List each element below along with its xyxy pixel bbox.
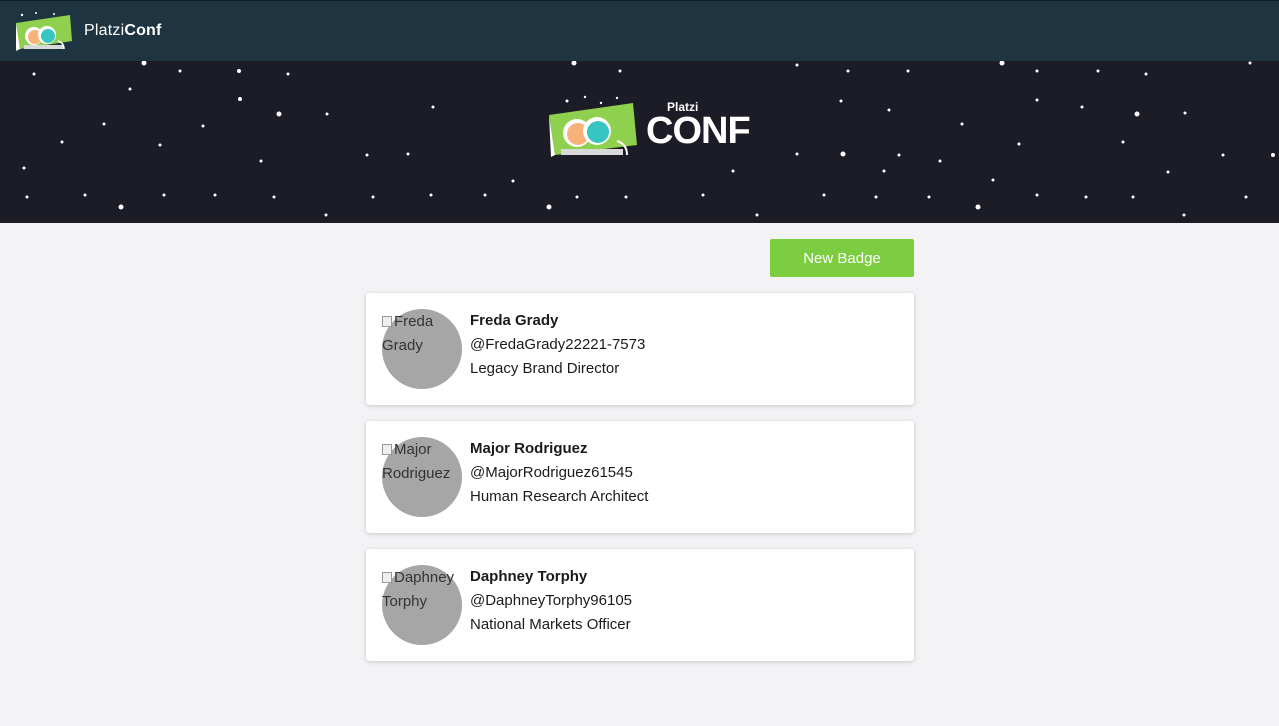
badge-job-title: Legacy Brand Director [470, 360, 620, 377]
badge-card[interactable]: Major Rodriguez Major Rodriguez @MajorRo… [366, 421, 914, 533]
badge-handle: @DaphneyTorphy96105 [470, 592, 633, 609]
avatar-alt-text: Daphney Torphy [382, 566, 468, 614]
badge-info: Daphney Torphy @DaphneyTorphy96105 Natio… [470, 565, 632, 637]
platziconf-logo-icon[interactable] [14, 11, 76, 53]
hero-conf-wordmark: CONF [646, 110, 751, 152]
badge-card[interactable]: Daphney Torphy Daphney Torphy @DaphneyTo… [366, 549, 914, 661]
hero-platziconf-logo-icon [549, 95, 637, 157]
avatar-alt-line1: Daphney [394, 569, 455, 586]
badge-name: Freda Grady [470, 312, 559, 329]
badge-card[interactable]: Freda Grady Freda Grady @FredaGrady22221… [366, 293, 914, 405]
badge-job-title: Human Research Architect [470, 488, 649, 505]
badge-list: Freda Grady Freda Grady @FredaGrady22221… [366, 293, 914, 677]
hero-banner: Platzi CONF [0, 61, 1279, 223]
nav-brand-light: Platzi [84, 22, 125, 39]
badge-handle: @MajorRodriguez61545 [470, 464, 633, 481]
badge-name: Daphney Torphy [470, 568, 588, 585]
avatar-alt-line1: Freda [394, 313, 434, 330]
avatar-alt-line1: Major [394, 441, 432, 458]
broken-image-icon [382, 316, 392, 327]
badge-name: Major Rodriguez [470, 440, 588, 457]
badge-job-title: National Markets Officer [470, 616, 631, 633]
broken-image-icon [382, 572, 392, 583]
navbar: PlatziConf [0, 0, 1279, 61]
badge-handle: @FredaGrady22221-7573 [470, 336, 646, 353]
nav-brand[interactable]: PlatziConf [84, 22, 162, 40]
badge-info: Freda Grady @FredaGrady22221-7573 Legacy… [470, 309, 645, 381]
avatar-alt-line2: Torphy [382, 593, 428, 610]
avatar-alt-text: Freda Grady [382, 310, 468, 358]
avatar-alt-text: Major Rodriguez [382, 438, 468, 486]
avatar-alt-line2: Grady [382, 337, 423, 354]
nav-brand-bold: Conf [124, 22, 162, 39]
broken-image-icon [382, 444, 392, 455]
new-badge-button[interactable]: New Badge [770, 239, 914, 277]
badge-info: Major Rodriguez @MajorRodriguez61545 Hum… [470, 437, 648, 509]
avatar-alt-line2: Rodriguez [382, 465, 451, 482]
